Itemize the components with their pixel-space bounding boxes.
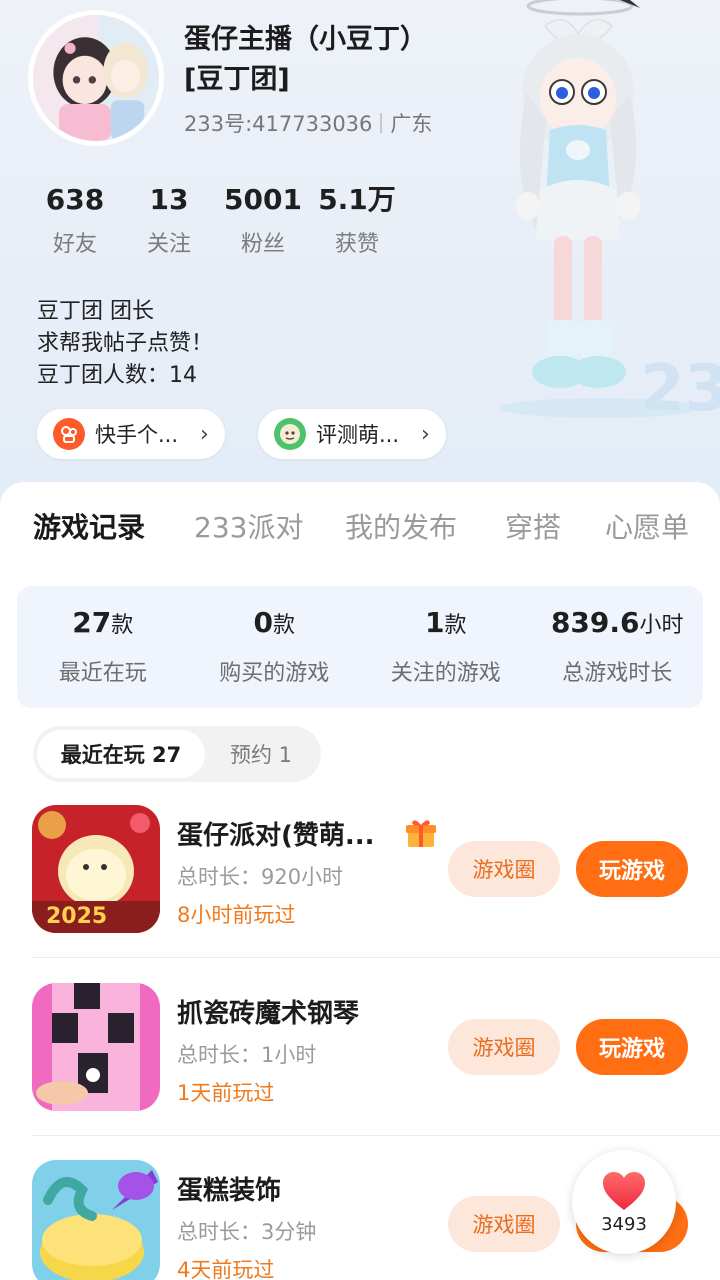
game-title: 蛋糕装饰 [177, 1176, 282, 1206]
profile-name: 蛋仔主播（小豆丁）[豆丁团] [184, 24, 427, 95]
like-button[interactable]: 3493 [572, 1150, 676, 1254]
game-circle-button[interactable]: 游戏圈 [448, 841, 560, 897]
filter-recent-playing[interactable]: 最近在玩 27 [37, 730, 205, 778]
gift-icon[interactable] [404, 815, 438, 849]
stat-label: 获赞 [334, 232, 379, 257]
profile-stats: 638 好友 13 关注 5001 粉丝 5.1万 获赞 [28, 182, 404, 258]
summary-label: 总游戏时长 [562, 661, 673, 686]
summary-label: 关注的游戏 [390, 661, 501, 686]
summary-value: 27 [72, 606, 112, 639]
record-filter: 最近在玩 27 预约 1 [33, 726, 321, 782]
tab-wishlist[interactable]: 心愿单 [605, 506, 689, 546]
stat-friends[interactable]: 638 好友 [28, 182, 122, 258]
play-game-button[interactable]: 玩游戏 [576, 1019, 688, 1075]
kuaishou-icon [53, 418, 85, 450]
stat-likes[interactable]: 5.1万 获赞 [310, 182, 404, 258]
game-icon-eggy-party[interactable]: 2025 [32, 805, 160, 933]
summary-unit: 款 [111, 613, 134, 638]
game-icon-magic-piano[interactable] [32, 983, 160, 1111]
svg-text:2025: 2025 [46, 904, 107, 929]
stat-following[interactable]: 13 关注 [122, 182, 216, 258]
svg-text:233: 233 [640, 352, 720, 420]
stat-value: 13 [149, 183, 189, 216]
profile-id-row: 233号:417733036 广东 [184, 108, 432, 138]
stat-fans[interactable]: 5001 粉丝 [216, 182, 310, 258]
avatar-character[interactable]: 233 [470, 0, 720, 426]
game-last-played: 4天前玩过 [177, 1258, 275, 1280]
chip-label: 评测萌... [316, 423, 400, 447]
stat-label: 粉丝 [240, 232, 285, 257]
like-count: 3493 [601, 1213, 647, 1235]
summary-purchased[interactable]: 0款 购买的游戏 [189, 586, 361, 708]
summary-label: 最近在玩 [58, 661, 147, 686]
summary-unit: 小时 [639, 613, 684, 638]
play-game-button[interactable]: 玩游戏 [576, 841, 688, 897]
summary-recent[interactable]: 27款 最近在玩 [17, 586, 189, 708]
profile-bio: 豆丁团 团长 求帮我帖子点赞！ 豆丁团人数：14 [37, 296, 213, 392]
profile-tabs: 游戏记录 233派对 我的发布 穿搭 心愿单 [0, 506, 720, 593]
bio-line: 豆丁团 团长 [37, 299, 154, 324]
game-duration: 总时长：3分钟 [177, 1220, 317, 1244]
divider [380, 113, 383, 133]
summary-unit: 款 [444, 613, 467, 638]
stat-value: 5001 [224, 183, 302, 216]
profile-id: 233号:417733036 [184, 112, 373, 136]
divider [32, 957, 720, 958]
game-summary: 27款 最近在玩 0款 购买的游戏 1款 关注的游戏 839.6小时 总游戏时长 [17, 586, 703, 708]
game-last-played: 1天前玩过 [177, 1081, 275, 1105]
chip-review[interactable]: 评测萌... › [258, 409, 446, 459]
stat-label: 关注 [146, 232, 191, 257]
tab-party[interactable]: 233派对 [194, 506, 303, 546]
game-duration: 总时长：920小时 [177, 865, 344, 889]
stat-label: 好友 [52, 232, 97, 257]
game-title: 抓瓷砖魔术钢琴 [177, 999, 360, 1029]
tab-my-posts[interactable]: 我的发布 [345, 506, 457, 546]
tab-game-records[interactable]: 游戏记录 [33, 506, 145, 546]
game-circle-button[interactable]: 游戏圈 [448, 1196, 560, 1252]
chevron-right-icon: › [421, 421, 430, 447]
tab-outfits[interactable]: 穿搭 [505, 506, 561, 546]
chip-label: 快手个... [95, 423, 179, 447]
heart-icon [603, 1171, 645, 1210]
game-title: 蛋仔派对(赞萌... [177, 821, 375, 851]
chip-kuaishou[interactable]: 快手个... › [37, 409, 225, 459]
summary-value: 0 [253, 606, 273, 639]
chevron-right-icon: › [200, 421, 209, 447]
bio-line: 求帮我帖子点赞！ [37, 331, 214, 356]
profile-region: 广东 [390, 112, 433, 136]
summary-value: 1 [425, 606, 445, 639]
summary-unit: 款 [272, 613, 295, 638]
game-last-played: 8小时前玩过 [177, 903, 296, 927]
bio-line: 豆丁团人数：14 [37, 363, 197, 388]
stat-value: 5.1万 [318, 183, 396, 216]
summary-followed[interactable]: 1款 关注的游戏 [360, 586, 532, 708]
filter-reservations[interactable]: 预约 1 [205, 730, 317, 778]
summary-total-time[interactable]: 839.6小时 总游戏时长 [532, 586, 704, 708]
summary-label: 购买的游戏 [219, 661, 330, 686]
game-icon-cake-decor[interactable] [32, 1160, 160, 1280]
stat-value: 638 [45, 183, 105, 216]
mascot-icon [274, 418, 306, 450]
summary-value: 839.6 [550, 606, 640, 639]
game-circle-button[interactable]: 游戏圈 [448, 1019, 560, 1075]
game-duration: 总时长：1小时 [177, 1043, 317, 1067]
avatar[interactable] [28, 10, 164, 146]
divider [32, 1135, 720, 1136]
